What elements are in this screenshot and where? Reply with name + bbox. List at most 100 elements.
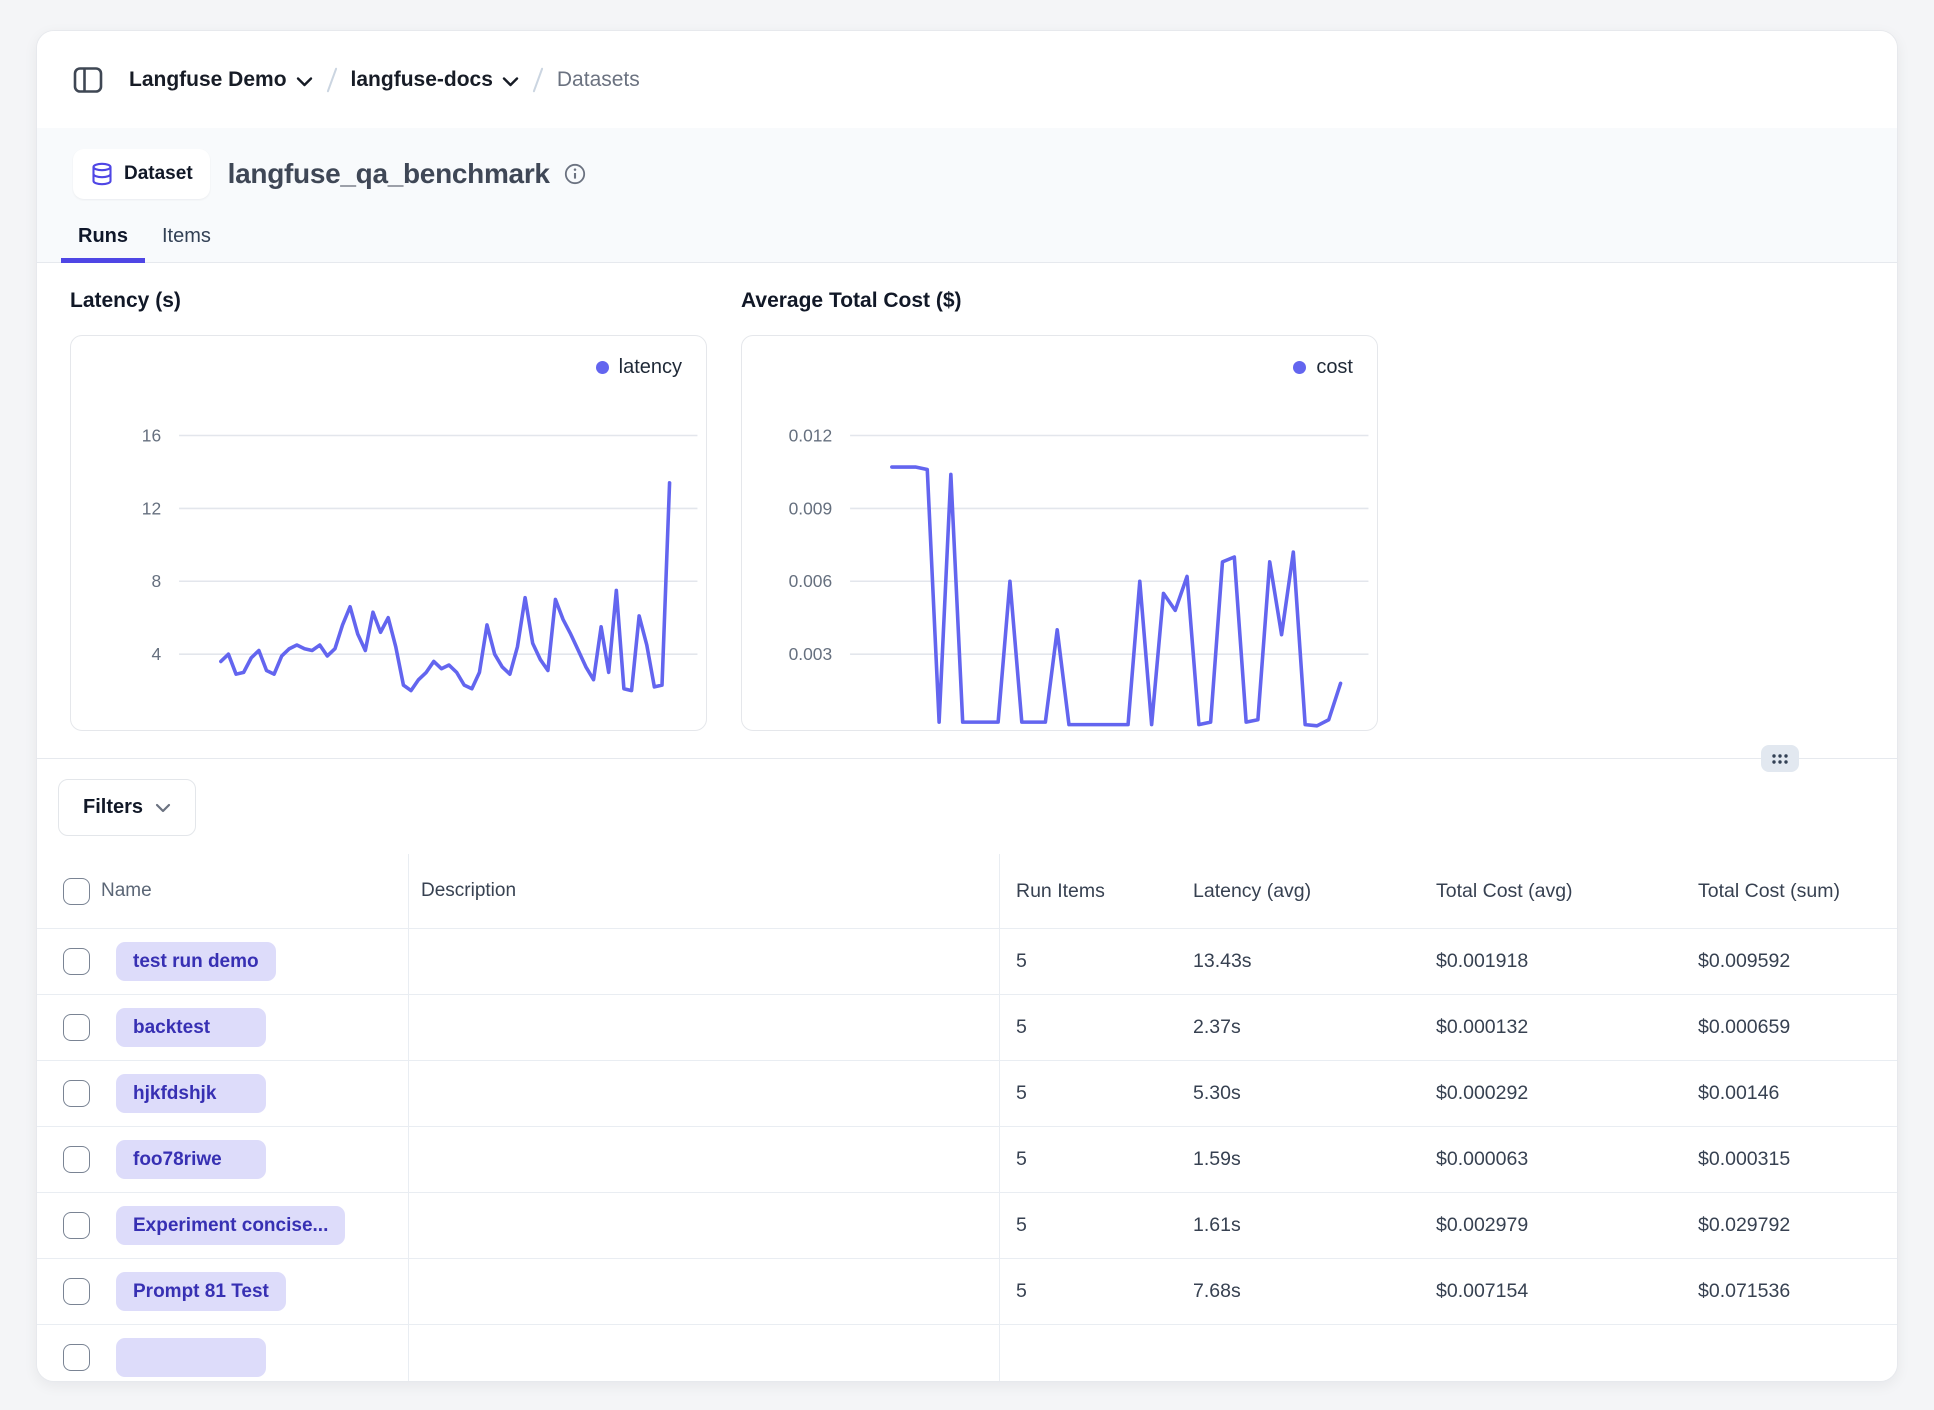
run-items-value: 5	[999, 1259, 1177, 1324]
run-name-link[interactable]: test run demo	[116, 942, 276, 981]
table-row[interactable]: Experiment concise... 5 1.61s $0.002979 …	[37, 1193, 1897, 1259]
table-row[interactable]: hjkfdshjk 5 5.30s $0.000292 $0.00146	[37, 1061, 1897, 1127]
total-cost-avg-value: $0.002979	[1420, 1193, 1682, 1258]
latency-chart: latency 481216	[70, 335, 707, 731]
column-header-latency-avg[interactable]: Latency (avg)	[1177, 854, 1420, 928]
run-name-link[interactable]: Prompt 81 Test	[116, 1272, 286, 1311]
row-checkbox[interactable]	[63, 1344, 90, 1371]
chevron-down-icon	[296, 69, 313, 93]
tab-items[interactable]: Items	[145, 225, 228, 262]
table-row[interactable]: foo78riwe 5 1.59s $0.000063 $0.000315	[37, 1127, 1897, 1193]
legend-label: latency	[619, 356, 682, 379]
svg-text:0.003: 0.003	[789, 644, 833, 664]
run-items-value: 5	[999, 1127, 1177, 1192]
column-header-name[interactable]: Name	[101, 854, 408, 928]
filters-button[interactable]: Filters	[58, 779, 196, 836]
total-cost-avg-value: $0.007154	[1420, 1259, 1682, 1324]
sidebar-toggle-icon[interactable]	[73, 65, 103, 95]
run-items-value	[999, 1325, 1177, 1382]
total-cost-avg-value	[1420, 1325, 1682, 1382]
legend-label: cost	[1316, 356, 1353, 379]
breadcrumb-project-label: langfuse-docs	[351, 68, 493, 92]
page-title: langfuse_qa_benchmark	[228, 158, 550, 190]
chevron-down-icon	[502, 69, 519, 93]
total-cost-sum-value: $0.000659	[1682, 995, 1897, 1060]
latency-legend: latency	[596, 356, 682, 379]
svg-text:0.009: 0.009	[789, 498, 833, 518]
tab-runs[interactable]: Runs	[61, 225, 145, 262]
select-all-checkbox[interactable]	[63, 878, 90, 905]
row-checkbox[interactable]	[63, 1278, 90, 1305]
run-description	[408, 1259, 999, 1324]
runs-table: Name Description Run Items Latency (avg)…	[37, 854, 1897, 1382]
svg-text:16: 16	[142, 425, 161, 445]
total-cost-sum-value: $0.029792	[1682, 1193, 1897, 1258]
breadcrumb-org[interactable]: Langfuse Demo	[129, 66, 313, 93]
run-name-link[interactable]: foo78riwe	[116, 1140, 266, 1179]
run-description	[408, 1193, 999, 1258]
run-items-value: 5	[999, 995, 1177, 1060]
table-header-row: Name Description Run Items Latency (avg)…	[37, 854, 1897, 929]
run-name-link[interactable]: backtest	[116, 1008, 266, 1047]
total-cost-sum-value: $0.009592	[1682, 929, 1897, 994]
row-checkbox[interactable]	[63, 948, 90, 975]
column-header-total-cost-avg[interactable]: Total Cost (avg)	[1420, 854, 1682, 928]
topbar: Langfuse Demo langfuse-docs Datasets	[37, 31, 1897, 128]
database-icon	[90, 162, 114, 186]
latency-chart-group: Latency (s) latency 481216	[70, 289, 707, 731]
legend-dot-icon	[1293, 361, 1306, 374]
filters-button-label: Filters	[83, 796, 143, 819]
run-items-value: 5	[999, 929, 1177, 994]
drag-handle[interactable]	[1761, 745, 1799, 772]
row-checkbox[interactable]	[63, 1014, 90, 1041]
run-description	[408, 995, 999, 1060]
tab-bar: Runs Items	[61, 225, 1897, 262]
run-name-link[interactable]: hjkfdshjk	[116, 1074, 266, 1113]
latency-avg-value	[1177, 1325, 1420, 1382]
breadcrumb-separator	[326, 67, 337, 92]
breadcrumb-page[interactable]: Datasets	[557, 68, 640, 92]
run-name-link[interactable]: Experiment concise...	[116, 1206, 345, 1245]
row-checkbox[interactable]	[63, 1146, 90, 1173]
svg-text:0.006: 0.006	[789, 571, 833, 591]
column-header-run-items[interactable]: Run Items	[999, 854, 1177, 928]
run-items-value: 5	[999, 1193, 1177, 1258]
total-cost-avg-value: $0.000292	[1420, 1061, 1682, 1126]
latency-avg-value: 2.37s	[1177, 995, 1420, 1060]
app-window: Langfuse Demo langfuse-docs Datasets D	[36, 30, 1898, 1382]
table-row[interactable]: test run demo 5 13.43s $0.001918 $0.0095…	[37, 929, 1897, 995]
total-cost-avg-value: $0.000063	[1420, 1127, 1682, 1192]
latency-avg-value: 7.68s	[1177, 1259, 1420, 1324]
run-description	[408, 1061, 999, 1126]
filters-row: Filters	[37, 759, 1897, 854]
cost-chart-title: Average Total Cost ($)	[741, 289, 1378, 313]
table-row[interactable]: backtest 5 2.37s $0.000132 $0.000659	[37, 995, 1897, 1061]
svg-text:12: 12	[142, 498, 161, 518]
dataset-badge-label: Dataset	[124, 163, 193, 185]
row-checkbox[interactable]	[63, 1212, 90, 1239]
charts-section: Latency (s) latency 481216 Average Total…	[37, 263, 1897, 731]
run-name-link[interactable]	[116, 1338, 266, 1377]
cost-chart: cost 0.0030.0060.0090.012	[741, 335, 1378, 731]
run-description	[408, 929, 999, 994]
breadcrumb-project[interactable]: langfuse-docs	[351, 66, 519, 93]
row-checkbox[interactable]	[63, 1080, 90, 1107]
latency-avg-value: 13.43s	[1177, 929, 1420, 994]
total-cost-avg-value: $0.001918	[1420, 929, 1682, 994]
info-icon[interactable]	[564, 163, 586, 185]
chevron-down-icon	[155, 803, 171, 813]
section-divider	[37, 758, 1897, 759]
latency-avg-value: 5.30s	[1177, 1061, 1420, 1126]
svg-text:4: 4	[151, 644, 161, 664]
breadcrumb-separator	[533, 67, 544, 92]
total-cost-sum-value: $0.071536	[1682, 1259, 1897, 1324]
column-header-total-cost-sum[interactable]: Total Cost (sum)	[1682, 854, 1897, 928]
table-row[interactable]	[37, 1325, 1897, 1382]
latency-avg-value: 1.61s	[1177, 1193, 1420, 1258]
cost-chart-group: Average Total Cost ($) cost 0.003 0.006 0.…	[741, 289, 1378, 731]
total-cost-sum-value: $0.00146	[1682, 1061, 1897, 1126]
column-header-description[interactable]: Description	[408, 854, 999, 928]
latency-line-plot: 481216	[71, 336, 706, 730]
table-row[interactable]: Prompt 81 Test 5 7.68s $0.007154 $0.0715…	[37, 1259, 1897, 1325]
latency-avg-value: 1.59s	[1177, 1127, 1420, 1192]
